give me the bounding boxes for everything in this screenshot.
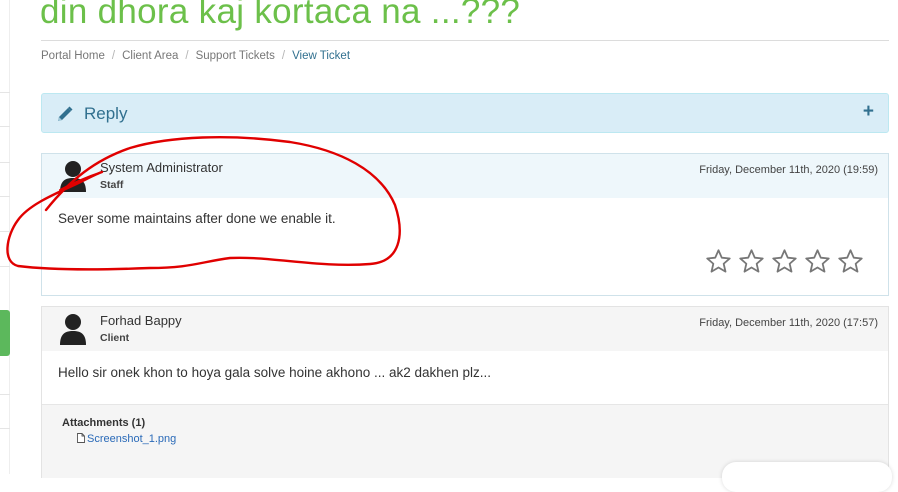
sidebar-divider	[9, 0, 10, 474]
chat-widget-edge[interactable]	[722, 462, 892, 492]
breadcrumb: Portal Home / Client Area / Support Tickets /…	[41, 50, 350, 62]
message-role: Client	[100, 332, 130, 344]
page-title: din dhora kaj kortaca na ...???	[40, 0, 521, 31]
attachment-filename[interactable]: Screenshot_1.png	[87, 433, 176, 445]
message-author: System Administrator	[100, 160, 223, 175]
sidebar-rule	[0, 92, 10, 93]
message-header: Forhad Bappy Client Friday, December 11t…	[42, 307, 888, 351]
breadcrumb-view-ticket: View Ticket	[292, 50, 351, 62]
breadcrumb-client-area[interactable]: Client Area	[122, 50, 178, 62]
sidebar-rule	[0, 428, 10, 429]
sidebar-rule	[0, 126, 10, 127]
sidebar-rule	[0, 231, 10, 232]
user-avatar-icon	[60, 161, 86, 192]
ticket-reply-staff: System Administrator Staff Friday, Decem…	[41, 153, 889, 296]
attachment-link[interactable]: Screenshot_1.png	[77, 433, 176, 445]
star-icon[interactable]	[837, 248, 864, 275]
reply-panel-toggle[interactable]: Reply +	[41, 93, 889, 133]
expand-plus-icon[interactable]: +	[863, 101, 874, 123]
reply-label: Reply	[84, 104, 128, 123]
breadcrumb-separator: /	[281, 50, 286, 62]
sidebar-active-tab[interactable]	[0, 310, 10, 356]
message-date: Friday, December 11th, 2020 (17:57)	[699, 317, 878, 329]
file-icon	[77, 433, 85, 443]
attachments-label: Attachments (1)	[62, 417, 146, 429]
star-icon[interactable]	[771, 248, 798, 275]
message-body: Hello sir onek khon to hoya gala solve h…	[58, 365, 492, 380]
rating-stars	[705, 248, 864, 275]
breadcrumb-separator: /	[185, 50, 189, 62]
star-icon[interactable]	[804, 248, 831, 275]
star-icon[interactable]	[738, 248, 765, 275]
breadcrumb-portal-home[interactable]: Portal Home	[41, 50, 105, 62]
user-avatar-icon	[60, 314, 86, 345]
message-header: System Administrator Staff Friday, Decem…	[42, 154, 888, 198]
sidebar-rule	[0, 394, 10, 395]
title-divider	[41, 40, 889, 41]
left-edge-sidebar	[0, 0, 10, 474]
pencil-icon	[58, 106, 73, 121]
breadcrumb-support-tickets[interactable]: Support Tickets	[196, 50, 275, 62]
sidebar-rule	[0, 162, 10, 163]
message-author: Forhad Bappy	[100, 313, 182, 328]
message-body: Sever some maintains after done we enabl…	[58, 211, 336, 226]
breadcrumb-separator: /	[111, 50, 116, 62]
ticket-reply-client: Forhad Bappy Client Friday, December 11t…	[41, 306, 889, 478]
sidebar-rule	[0, 266, 10, 267]
message-role: Staff	[100, 179, 124, 191]
star-icon[interactable]	[705, 248, 732, 275]
message-date: Friday, December 11th, 2020 (19:59)	[699, 164, 878, 176]
sidebar-rule	[0, 196, 10, 197]
